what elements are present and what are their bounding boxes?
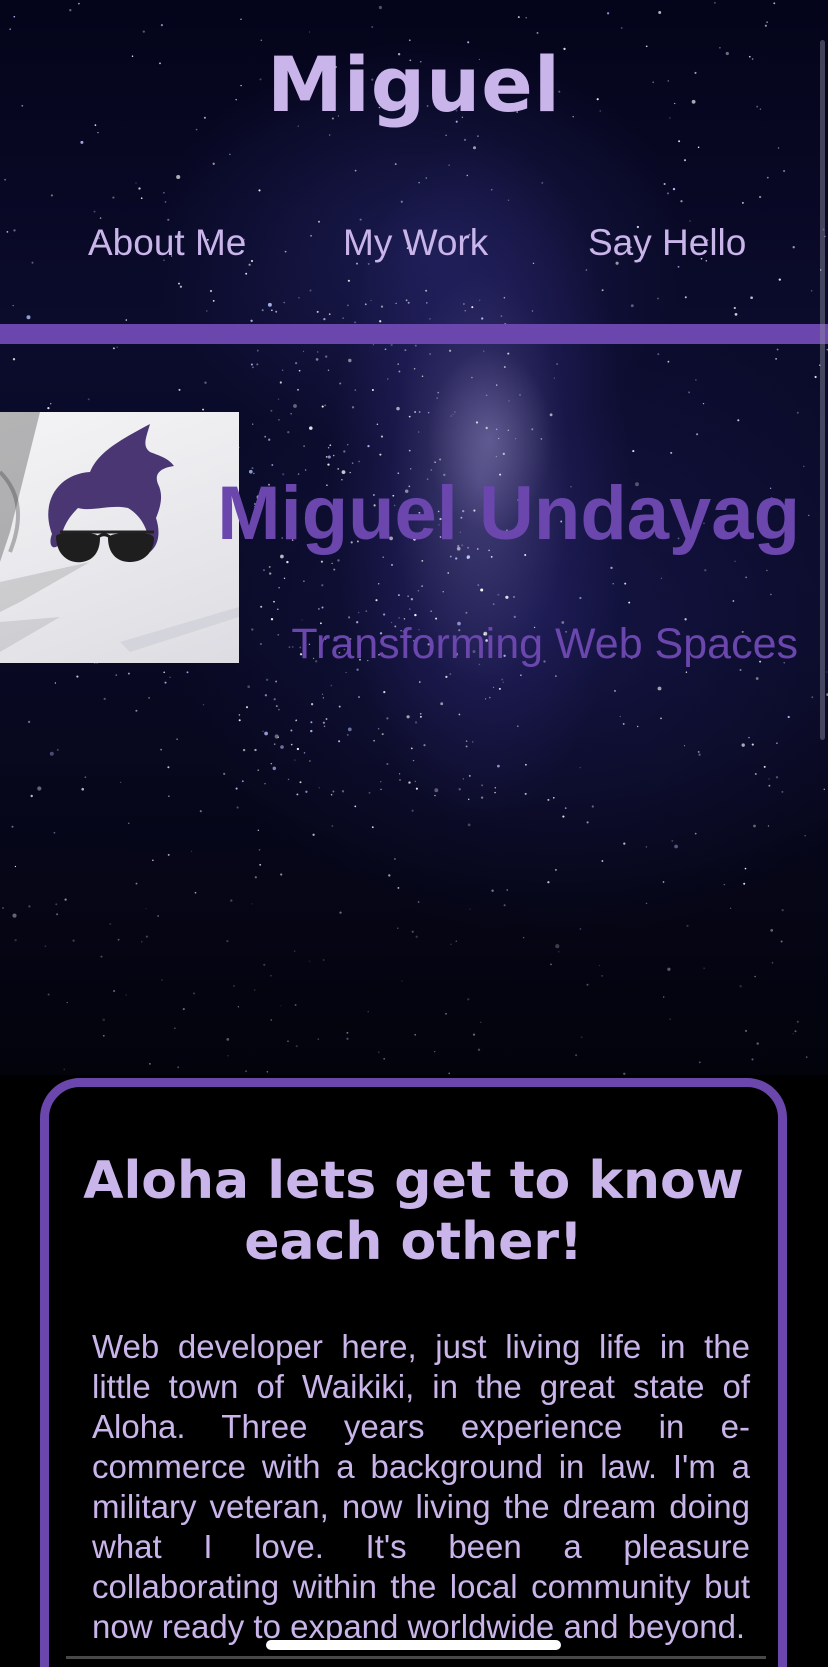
header-divider-bar — [0, 324, 828, 344]
about-title: Aloha lets get to know each other! — [83, 1151, 744, 1272]
avatar-icon — [0, 412, 239, 652]
about-text: Web developer here, just living life in … — [92, 1328, 750, 1645]
scrollbar[interactable] — [820, 40, 825, 740]
nav-link-say-hello[interactable]: Say Hello — [588, 222, 746, 264]
nav-link-my-work[interactable]: My Work — [343, 222, 488, 264]
site-title[interactable]: Miguel — [0, 40, 828, 129]
nav-link-about-me[interactable]: About Me — [88, 222, 246, 264]
hero-tagline: Transforming Web Spaces — [291, 620, 798, 668]
main-nav: About Me My Work Say Hello — [0, 222, 828, 272]
home-indicator[interactable] — [266, 1640, 561, 1650]
bottom-edge-line — [66, 1656, 766, 1659]
hero-name: Miguel Undayag — [217, 471, 800, 556]
avatar — [0, 412, 239, 663]
about-card: Aloha lets get to know each other! Web d… — [40, 1078, 787, 1667]
